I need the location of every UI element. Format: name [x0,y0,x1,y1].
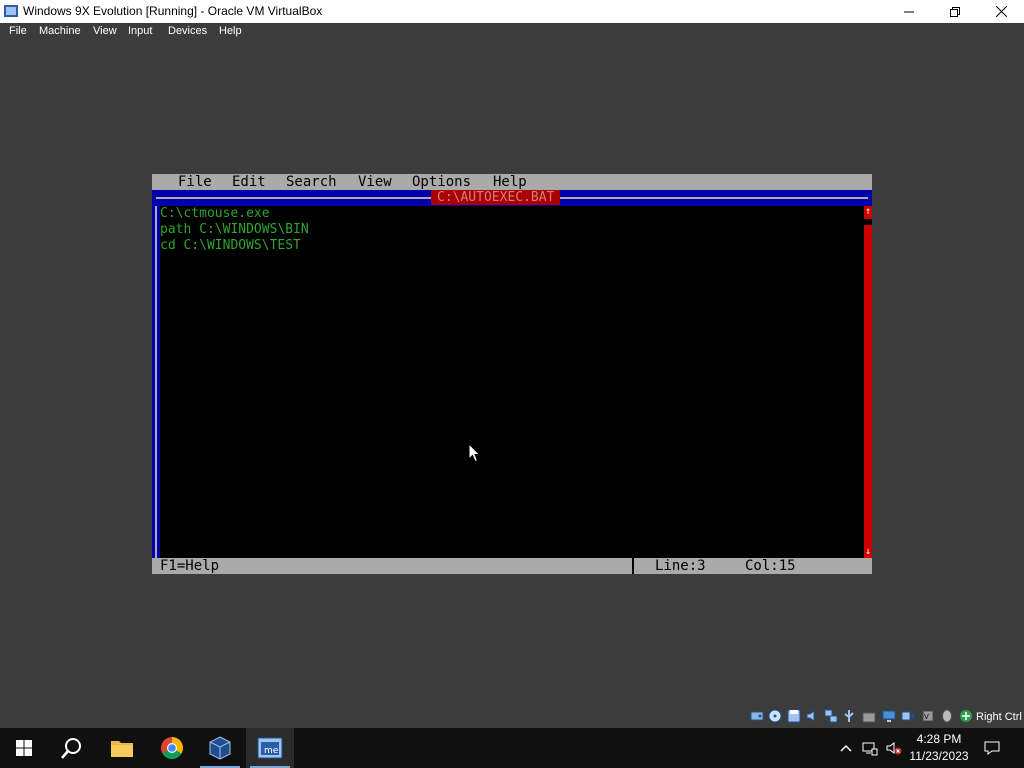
dos-menu-file[interactable]: File [178,174,212,190]
file-explorer-icon [111,741,133,757]
taskbar-chrome[interactable] [148,728,196,768]
menu-input[interactable]: Input [128,25,152,37]
scroll-up-arrow-icon[interactable]: ↑ [864,206,872,218]
vm-menu-bar: File Machine View Input Devices Help [0,23,1024,41]
dos-menu-search[interactable]: Search [286,174,337,190]
taskbar-clock[interactable]: 4:28 PM 11/23/2023 [904,731,974,765]
taskbar-vm-window[interactable]: me [246,728,294,768]
cpu-icon[interactable]: V [921,709,935,723]
dos-menu-options[interactable]: Options [412,174,471,190]
menu-help[interactable]: Help [219,25,242,37]
search-button[interactable] [48,728,96,768]
clock-time: 4:28 PM [916,732,962,746]
clock-date: 11/23/2023 [909,749,969,763]
network-icon[interactable] [824,709,838,723]
start-icon [16,740,32,756]
audio-icon[interactable] [805,709,819,723]
window-title: Windows 9X Evolution [Running] - Oracle … [23,4,323,18]
usb-icon[interactable] [842,709,856,723]
hard-disk-icon[interactable] [750,709,764,723]
windows-taskbar: me 4:28 PM 11/23/2023 [0,728,1024,768]
vm-window-icon: me [257,737,283,759]
search-icon [61,738,81,759]
scroll-down-arrow-icon[interactable]: ↓ [864,546,872,558]
window-title-bar[interactable]: Windows 9X Evolution [Running] - Oracle … [0,0,1024,23]
optical-drive-icon[interactable] [768,709,782,723]
svg-text:me: me [264,746,279,756]
menu-view[interactable]: View [93,25,117,37]
keyboard-icon[interactable] [959,709,973,723]
dos-edit-screen[interactable]: File Edit Search View Options Help C:\AU… [152,174,872,574]
vertical-scrollbar[interactable]: ↑ ↓ [864,206,872,558]
editor-filename: C:\AUTOEXEC.BAT [431,190,561,205]
taskbar-file-explorer[interactable] [98,728,146,768]
close-button[interactable] [978,0,1024,23]
recording-icon[interactable] [901,709,915,723]
restore-icon [950,6,960,17]
status-divider [632,558,634,574]
dos-menu-edit[interactable]: Edit [232,174,266,190]
floppy-icon[interactable] [787,709,801,723]
close-icon [995,6,1007,17]
dos-menu-view[interactable]: View [358,174,392,190]
status-help: F1=Help [160,558,220,574]
editor-line[interactable]: cd C:\WINDOWS\TEST [160,238,301,254]
minimize-icon [904,11,914,12]
status-col: Col:15 [745,558,796,574]
mouse-integration-icon[interactable] [940,709,954,723]
dos-status-bar: F1=Help Line:3 Col:15 [152,558,872,574]
svg-text:V: V [924,713,929,721]
editor-line[interactable]: path C:\WINDOWS\BIN [160,222,309,238]
virtualbox-app-icon [4,5,18,17]
start-button[interactable] [0,728,48,768]
dos-menu-bar: File Edit Search View Options Help [152,174,872,190]
editor-frame-left [152,206,160,558]
status-line: Line:3 [655,558,706,574]
dos-menu-help[interactable]: Help [493,174,527,190]
minimize-button[interactable] [886,0,932,23]
menu-devices[interactable]: Devices [168,25,207,37]
chrome-icon [161,737,183,759]
notifications-icon[interactable] [984,740,1000,756]
editor-text-area[interactable]: C:\ctmouse.exe path C:\WINDOWS\BIN cd C:… [160,206,864,558]
mouse-pointer-icon [468,443,481,463]
display-icon[interactable] [882,709,896,723]
virtualbox-icon [209,736,231,760]
editor-line[interactable]: C:\ctmouse.exe [160,206,270,222]
host-key-label: Right Ctrl [976,711,1022,723]
menu-machine[interactable]: Machine [39,25,81,37]
restore-button[interactable] [932,0,978,23]
show-hidden-icons-chevron-icon[interactable] [838,740,854,756]
scroll-thumb[interactable] [864,219,872,225]
vbox-status-tray: V Right Ctrl [748,708,1024,726]
network-tray-icon[interactable] [862,740,878,756]
taskbar-virtualbox[interactable] [196,728,244,768]
volume-muted-icon[interactable] [886,740,902,756]
shared-folders-icon[interactable] [862,709,876,723]
menu-file[interactable]: File [9,25,27,37]
